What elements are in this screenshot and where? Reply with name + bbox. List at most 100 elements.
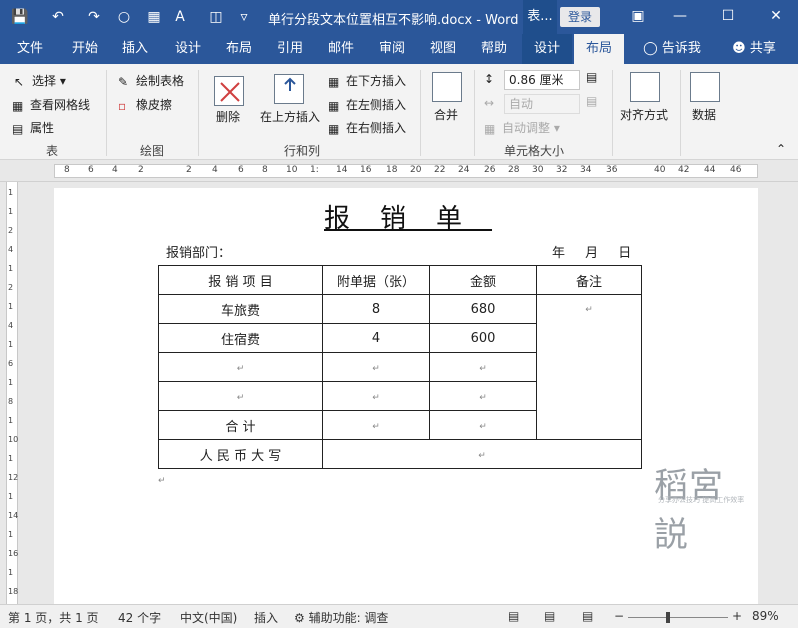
maximize-icon[interactable]: ☐ xyxy=(716,5,740,27)
page[interactable]: 报销单 报销部门： 年 月 日 报 销 项 目 附单据（张） 金额 备注 车旅费… xyxy=(54,188,758,604)
table-cell[interactable]: 人 民 币 大 写 xyxy=(158,439,323,469)
zoom-out-icon[interactable]: − xyxy=(614,609,624,623)
print-layout-icon[interactable]: ▤ xyxy=(544,609,555,623)
circle-icon[interactable]: ○ xyxy=(114,7,134,27)
header-cell[interactable]: 附单据（张） xyxy=(322,265,430,295)
login-button[interactable]: 登录 xyxy=(560,7,600,27)
merge-button[interactable]: 合并 xyxy=(434,106,458,123)
header-cell[interactable]: 金额 xyxy=(429,265,537,295)
table-cell[interactable]: ↵ xyxy=(158,381,323,411)
tab-home[interactable]: 开始 xyxy=(60,34,110,64)
ruler-number: 6 xyxy=(88,165,94,175)
tab-table-layout[interactable]: 布局 xyxy=(574,34,624,64)
tab-references[interactable]: 引用 xyxy=(262,34,318,64)
redo-icon[interactable]: ↷ xyxy=(84,7,104,27)
zoom-slider-handle[interactable] xyxy=(666,612,670,623)
table-cell[interactable]: 4 xyxy=(322,323,430,353)
zoom-in-icon[interactable]: + xyxy=(732,609,742,623)
minimize-icon[interactable]: — xyxy=(668,5,692,27)
insert-below-icon: ▦ xyxy=(328,75,340,89)
close-icon[interactable]: ✕ xyxy=(764,5,788,27)
table-cell[interactable]: ↵ xyxy=(322,381,430,411)
format-icon[interactable]: ◫ xyxy=(206,7,226,27)
ribbon-display-icon[interactable]: ▣ xyxy=(626,5,650,27)
table-cell[interactable]: ↵ xyxy=(429,352,537,382)
share-button[interactable]: ☻ 共享 xyxy=(724,34,784,64)
delete-button[interactable]: 删除 xyxy=(216,108,240,125)
tab-design[interactable]: 设计 xyxy=(160,34,216,64)
vruler-number: 1 xyxy=(8,568,14,577)
table-cell[interactable]: 600 xyxy=(429,323,537,353)
customize-icon[interactable]: ▿ xyxy=(234,7,254,27)
tab-help[interactable]: 帮助 xyxy=(466,34,522,64)
table-cell[interactable]: ↵ xyxy=(322,352,430,382)
table-cell[interactable]: ↵ xyxy=(429,381,537,411)
save-icon[interactable]: 💾 xyxy=(10,7,30,27)
language[interactable]: 中文(中国) xyxy=(180,609,237,626)
insert-left-button[interactable]: ▦ 在左侧插入 xyxy=(328,96,406,113)
distribute-cols-icon[interactable]: ▤ xyxy=(586,94,597,108)
table-cell[interactable]: 680 xyxy=(429,294,537,324)
col-width-input[interactable]: 自动 xyxy=(504,94,580,114)
eraser-button[interactable]: ▫ 橡皮擦 xyxy=(118,96,172,113)
table-cell[interactable]: ↵ xyxy=(158,352,323,382)
insert-right-button[interactable]: ▦ 在右侧插入 xyxy=(328,119,406,136)
tab-insert[interactable]: 插入 xyxy=(110,34,160,64)
alignment-button[interactable]: 对齐方式 xyxy=(620,106,668,123)
word-count[interactable]: 42 个字 xyxy=(118,609,161,626)
tab-mailings[interactable]: 邮件 xyxy=(318,34,364,64)
insert-above-button[interactable]: 在上方插入 xyxy=(260,108,320,125)
select-button[interactable]: ↖ 选择 ▾ xyxy=(14,72,66,89)
amount-words-cell[interactable]: ↵ xyxy=(322,439,642,469)
rows-group-label: 行和列 xyxy=(284,144,321,158)
insert-below-button[interactable]: ▦ 在下方插入 xyxy=(328,72,406,89)
header-cell[interactable]: 报 销 项 目 xyxy=(158,265,323,295)
horizontal-ruler[interactable]: 8 6 4 2 2 4 6 8 10 1: 14 16 18 20 22 24 26 28 30 32 34 36 40 42… xyxy=(0,160,798,182)
vruler-number: 6 xyxy=(8,359,14,368)
table-cell[interactable]: 合 计 xyxy=(158,410,323,440)
draw-table-button[interactable]: ✎ 绘制表格 xyxy=(118,72,184,89)
zoom-level[interactable]: 89% xyxy=(752,609,779,623)
autofit-button[interactable]: ▦ 自动调整 ▾ xyxy=(484,119,560,136)
tab-file[interactable]: 文件 xyxy=(0,34,60,64)
tab-table-design[interactable]: 设计 xyxy=(522,34,572,64)
table-cell[interactable]: ↵ xyxy=(322,410,430,440)
table-cell[interactable]: 住宿费 xyxy=(158,323,323,353)
expense-table[interactable]: 报 销 项 目 附单据（张） 金额 备注 车旅费 8 680 ↵ 住宿费 4 6… xyxy=(158,265,642,469)
ruler-number: 32 xyxy=(556,165,568,175)
table-cell[interactable]: 车旅费 xyxy=(158,294,323,324)
data-button[interactable]: 数据 xyxy=(692,106,716,123)
vruler-number: 1 xyxy=(8,264,14,273)
row-height-input[interactable]: 0.86 厘米 xyxy=(504,70,580,90)
table-cell[interactable]: 8 xyxy=(322,294,430,324)
remarks-cell[interactable]: ↵ xyxy=(536,294,642,440)
table-cell[interactable]: ↵ xyxy=(429,410,537,440)
properties-icon: ▤ xyxy=(12,122,24,136)
tab-review[interactable]: 审阅 xyxy=(364,34,420,64)
zoom-slider[interactable] xyxy=(628,617,728,618)
quick-access-icon[interactable]: ▦ xyxy=(144,7,164,27)
vertical-ruler[interactable]: 1 1 2 4 1 2 1 4 1 6 1 8 1 10 1 12 1 14 1 16 1 18 xyxy=(0,182,22,604)
web-layout-icon[interactable]: ▤ xyxy=(582,609,593,623)
context-tab-label: 表... xyxy=(523,0,557,34)
draw-group-label: 绘图 xyxy=(140,144,165,158)
insert-mode[interactable]: 插入 xyxy=(254,609,278,626)
undo-icon[interactable]: ↶ xyxy=(48,7,68,27)
ruler-number: 4 xyxy=(112,165,118,175)
properties-button[interactable]: ▤ 属性 xyxy=(12,119,54,136)
font-size-icon[interactable]: A xyxy=(170,7,190,27)
accessibility-checker[interactable]: ⚙ 辅助功能: 调查 xyxy=(294,609,388,626)
header-cell[interactable]: 备注 xyxy=(536,265,642,295)
ruler-number: 10 xyxy=(286,165,298,175)
collapse-ribbon-icon[interactable]: ⌃ xyxy=(776,142,786,156)
view-gridlines-button[interactable]: ▦ 查看网格线 xyxy=(12,96,90,113)
distribute-rows-icon[interactable]: ▤ xyxy=(586,70,597,84)
title-bar: 💾 ↶ ↷ ○ ▦ A ◫ ▿ 单行分段文本位置相互不影响.docx - Wor… xyxy=(0,0,798,34)
tab-view[interactable]: 视图 xyxy=(420,34,466,64)
ruler-number: 36 xyxy=(606,165,618,175)
tab-tell-me[interactable]: ◯ 告诉我 xyxy=(632,34,712,64)
tab-layout[interactable]: 布局 xyxy=(216,34,262,64)
vruler-number: 2 xyxy=(8,283,14,292)
focus-mode-icon[interactable]: ▤ xyxy=(508,609,519,623)
page-count[interactable]: 第 1 页，共 1 页 xyxy=(8,609,99,626)
